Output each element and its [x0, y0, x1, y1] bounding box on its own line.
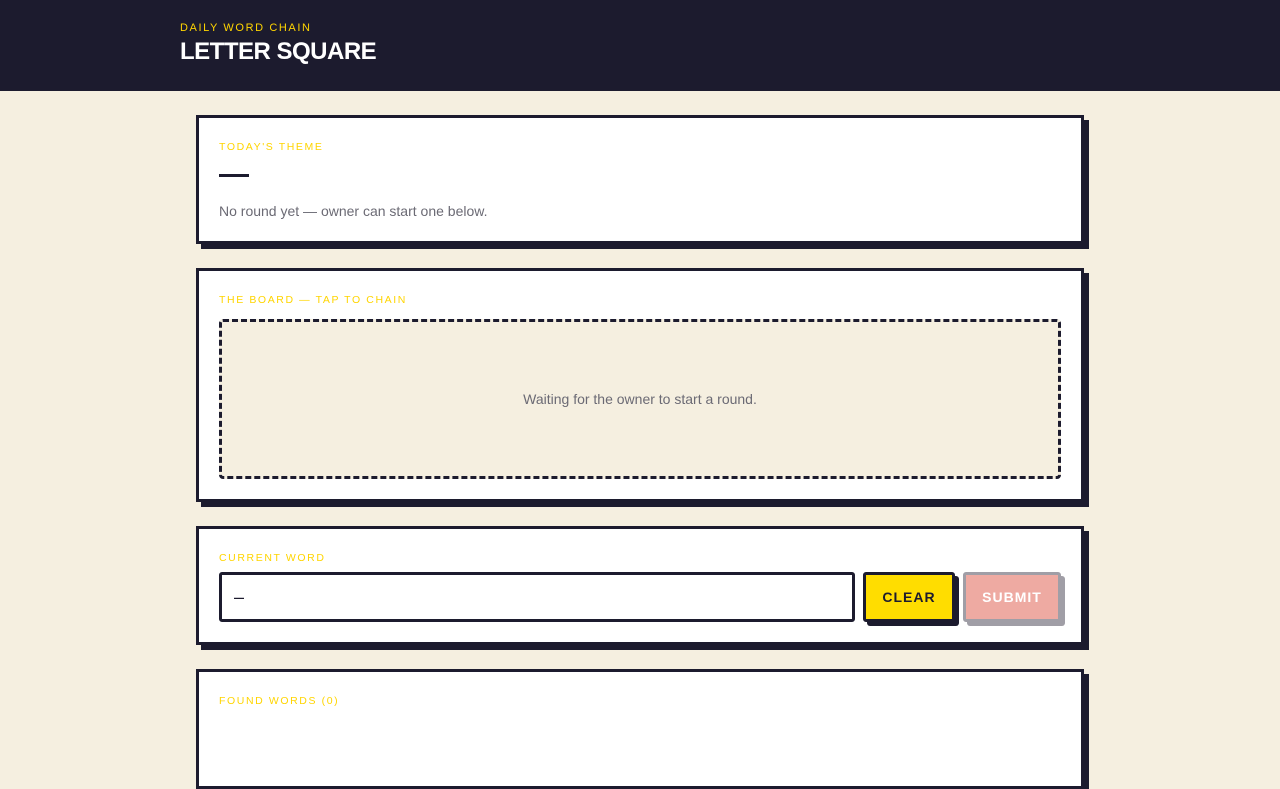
- found-words-card: FOUND WORDS (0): [196, 669, 1084, 789]
- board-waiting-message: Waiting for the owner to start a round.: [523, 391, 757, 407]
- app-header: DAILY WORD CHAIN LETTER SQUARE: [0, 0, 1280, 91]
- theme-message: No round yet — owner can start one below…: [219, 203, 488, 219]
- app-title: LETTER SQUARE: [180, 38, 377, 65]
- board-area[interactable]: Waiting for the owner to start a round.: [219, 319, 1061, 479]
- board-card: THE BOARD — TAP TO CHAIN Waiting for the…: [196, 268, 1084, 502]
- app-eyebrow: DAILY WORD CHAIN: [180, 22, 312, 34]
- theme-card: TODAY'S THEME No round yet — owner can s…: [196, 115, 1084, 244]
- theme-divider: [219, 174, 249, 177]
- theme-label: TODAY'S THEME: [219, 141, 324, 153]
- submit-button[interactable]: SUBMIT: [963, 572, 1061, 622]
- board-label: THE BOARD — TAP TO CHAIN: [219, 294, 407, 306]
- clear-button[interactable]: CLEAR: [863, 572, 955, 622]
- current-word-label: CURRENT WORD: [219, 552, 326, 564]
- current-word-field[interactable]: –: [219, 572, 855, 622]
- current-word-card: CURRENT WORD – CLEAR SUBMIT: [196, 526, 1084, 645]
- found-words-label: FOUND WORDS (0): [219, 695, 340, 707]
